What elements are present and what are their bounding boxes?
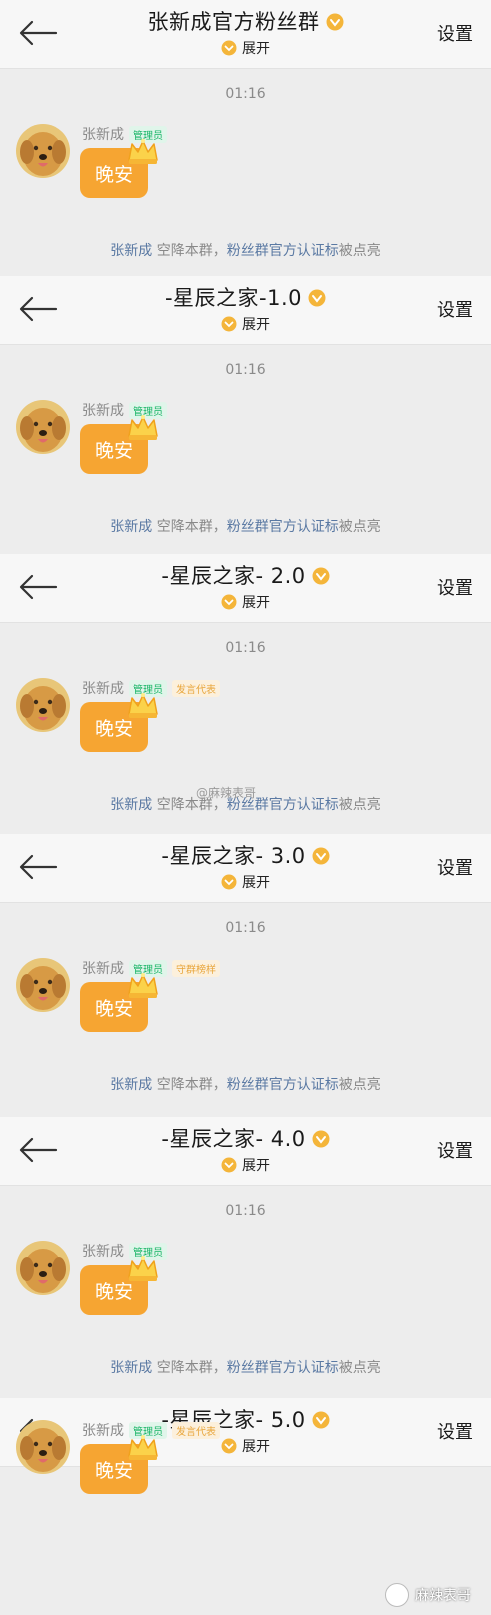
notice-text: 被点亮	[338, 1077, 381, 1093]
sender-name: 张新成	[82, 127, 124, 143]
message-row: 张新成 管理员 发言代表 晚安	[0, 554, 491, 814]
message-row: 张新成 管理员 晚安	[0, 0, 491, 260]
avatar[interactable]	[16, 958, 70, 1012]
crown-icon	[126, 1255, 160, 1283]
bottom-watermark-text: 麻辣表哥	[415, 1588, 471, 1604]
notice-text: 空降本群，	[152, 1077, 227, 1093]
notice-text: 被点亮	[338, 1360, 381, 1376]
notice-badge-link[interactable]: 粉丝群官方认证标	[227, 1360, 339, 1376]
notice-user-link[interactable]: 张新成	[110, 1077, 152, 1093]
notice-text: 空降本群，	[152, 243, 227, 259]
avatar[interactable]	[16, 400, 70, 454]
chat-panel: -星辰之家- 3.0 展开 设置 01:16 张新成 管理员 守群榜样 晚安 张新成 空降本群，…	[0, 834, 491, 1117]
avatar[interactable]	[16, 1241, 70, 1295]
watermark-logo-icon	[385, 1583, 409, 1607]
avatar[interactable]	[16, 1420, 70, 1474]
sender-name: 张新成	[82, 1244, 124, 1260]
bottom-watermark: 麻辣表哥	[385, 1583, 471, 1607]
chat-panel: -星辰之家- 4.0 展开 设置 01:16 张新成 管理员 晚安 张新成 空降本群，粉丝群官…	[0, 1117, 491, 1398]
notice-text: 被点亮	[338, 519, 381, 535]
system-notice: 张新成 空降本群，粉丝群官方认证标被点亮	[0, 1074, 491, 1094]
notice-text: 空降本群，	[152, 519, 227, 535]
notice-user-link[interactable]: 张新成	[110, 243, 152, 259]
system-notice: 张新成 空降本群，粉丝群官方认证标被点亮	[0, 516, 491, 536]
notice-user-link[interactable]: 张新成	[110, 1360, 152, 1376]
message-row: 张新成 管理员 晚安	[0, 1117, 491, 1377]
sender-name: 张新成	[82, 681, 124, 697]
system-notice: 张新成 空降本群，粉丝群官方认证标被点亮	[0, 1357, 491, 1377]
chat-panel: 张新成官方粉丝群 展开 设置 01:16 张新成 管理员 晚安 张新成 空降本群，粉丝群官方认…	[0, 0, 491, 276]
avatar[interactable]	[16, 124, 70, 178]
notice-user-link[interactable]: 张新成	[110, 519, 152, 535]
message-row: 张新成 管理员 晚安	[0, 276, 491, 536]
crown-icon	[126, 692, 160, 720]
notice-badge-link[interactable]: 粉丝群官方认证标	[227, 1077, 339, 1093]
message-row: 张新成 管理员 发言代表 晚安	[0, 1398, 491, 1556]
sender-name: 张新成	[82, 961, 124, 977]
message-row: 张新成 管理员 守群榜样 晚安	[0, 834, 491, 1094]
notice-text: 被点亮	[338, 243, 381, 259]
member-tag: 守群榜样	[172, 959, 220, 977]
chat-panel: -星辰之家-1.0 展开 设置 01:16 张新成 管理员 晚安 张新成 空降本群，粉丝群官方…	[0, 276, 491, 554]
system-notice: 张新成 空降本群，粉丝群官方认证标被点亮	[0, 240, 491, 260]
crown-icon	[126, 972, 160, 1000]
member-tag: 发言代表	[172, 679, 220, 697]
weibo-watermark: @麻辣表哥	[196, 786, 257, 800]
notice-text: 被点亮	[338, 797, 381, 813]
notice-text: 空降本群，	[152, 1360, 227, 1376]
sender-name: 张新成	[82, 403, 124, 419]
member-tag: 发言代表	[172, 1421, 220, 1439]
notice-user-link[interactable]: 张新成	[110, 797, 152, 813]
notice-badge-link[interactable]: 粉丝群官方认证标	[227, 519, 339, 535]
notice-badge-link[interactable]: 粉丝群官方认证标	[227, 243, 339, 259]
crown-icon	[126, 414, 160, 442]
crown-icon	[126, 1434, 160, 1462]
avatar[interactable]	[16, 678, 70, 732]
sender-name: 张新成	[82, 1423, 124, 1439]
crown-icon	[126, 138, 160, 166]
